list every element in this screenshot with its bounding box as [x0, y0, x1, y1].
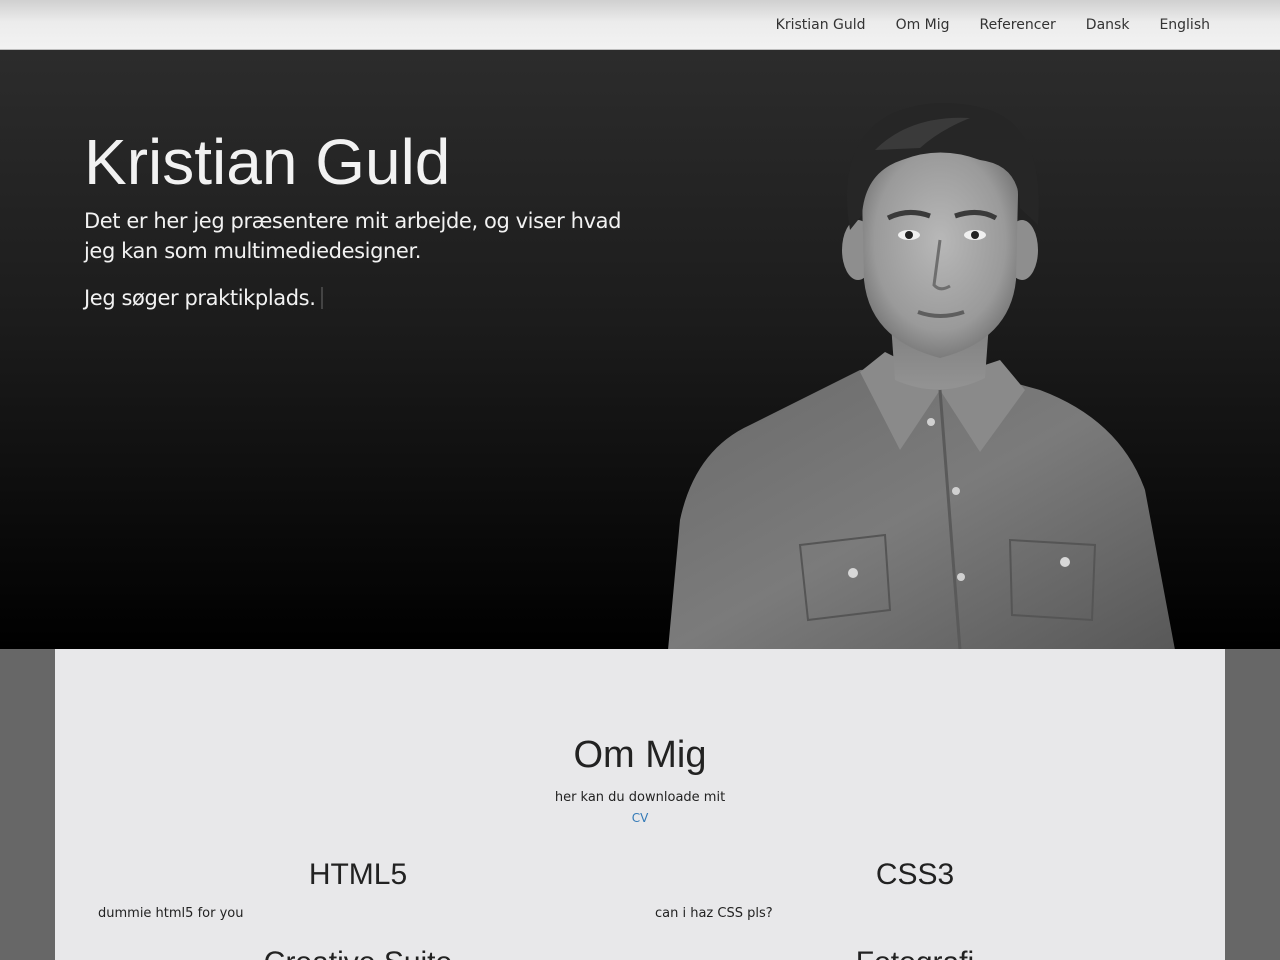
skill-title: HTML5: [308, 858, 408, 891]
portrait-photo: [668, 102, 1175, 649]
skill-card-css3: CSS3 can i haz CSS pls?: [655, 857, 1175, 923]
cv-download-link[interactable]: CV: [632, 811, 649, 825]
hero-section: Kristian Guld Det er her jeg præsentere …: [0, 50, 1280, 649]
nav-item-references[interactable]: Referencer: [980, 17, 1056, 33]
hero-tagline: Jeg søger praktikplads.: [84, 283, 324, 313]
about-section: Om Mig her kan du downloade mit CV HTML5…: [55, 649, 1225, 960]
section-title: Om Mig: [573, 734, 707, 776]
skill-card-photography: Fotografi: [655, 945, 1175, 960]
hero-title: Kristian Guld: [84, 126, 451, 198]
nav-item-danish[interactable]: Dansk: [1086, 17, 1130, 33]
skill-title: CSS3: [875, 858, 955, 891]
top-navbar: Kristian Guld Om Mig Referencer Dansk En…: [0, 0, 1280, 50]
skill-card-creative-suite: Creative Suite: [98, 945, 618, 960]
skill-description: can i haz CSS pls?: [655, 906, 773, 921]
skill-card-html5: HTML5 dummie html5 for you: [98, 857, 618, 923]
hero-tagline-text: Jeg søger praktikplads.: [84, 286, 316, 310]
skill-title: Creative Suite: [98, 945, 618, 960]
nav-item-home[interactable]: Kristian Guld: [776, 17, 866, 33]
skill-title: Fotografi: [655, 945, 1175, 960]
cv-download-text: her kan du downloade mit: [554, 790, 726, 805]
hero-subtitle: Det er her jeg præsentere mit arbejde, o…: [84, 209, 622, 263]
skill-description: dummie html5 for you: [98, 906, 244, 921]
nav-item-about[interactable]: Om Mig: [896, 17, 950, 33]
cv-link-row: CV: [55, 809, 1225, 827]
text-cursor: [321, 287, 324, 309]
nav-item-english[interactable]: English: [1159, 17, 1210, 33]
nav-links: Kristian Guld Om Mig Referencer Dansk En…: [776, 0, 1210, 50]
